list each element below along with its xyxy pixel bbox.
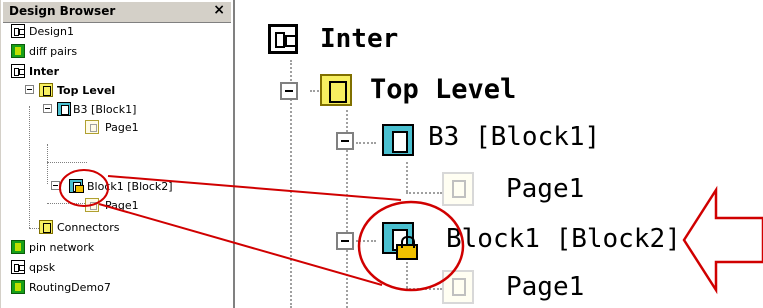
tree-line	[406, 288, 442, 290]
design-icon	[11, 260, 25, 274]
design-icon	[11, 64, 25, 78]
panel-title: Design Browser	[9, 4, 116, 18]
tree-line	[29, 228, 39, 229]
collapse-toggle[interactable]	[51, 181, 60, 190]
lock-icon	[396, 236, 418, 260]
tree-item-label: diff pairs	[29, 45, 78, 58]
zoomed-item-label: Block1 [Block2]	[446, 224, 681, 254]
tree-item-label: RoutingDemo7	[29, 281, 111, 294]
tree-item-label: Top Level	[57, 84, 116, 97]
block-icon	[382, 124, 414, 156]
tree-item-label: Connectors	[57, 221, 120, 234]
tree-line	[47, 162, 87, 163]
schematic-icon	[11, 240, 25, 254]
panel-header: Design Browser ×	[3, 2, 231, 23]
page-icon	[442, 270, 474, 304]
zoomed-item-label: Inter	[320, 24, 399, 54]
design-icon	[11, 24, 25, 38]
tree-line	[406, 262, 408, 288]
top-level-icon	[39, 220, 53, 234]
zoomed-tree-view: Inter Top Level B3 [Block1] Page1 Block1…	[236, 0, 763, 308]
top-level-icon	[39, 83, 53, 97]
tree-item-label: B3 [Block1]	[73, 103, 137, 116]
tree-item-label: Page1	[105, 199, 139, 212]
tree-item-label: qpsk	[29, 261, 56, 274]
tree-line	[47, 144, 48, 184]
tree-line	[47, 203, 87, 204]
tree-item-label: Page1	[105, 121, 139, 134]
page-icon	[442, 172, 474, 206]
close-icon[interactable]: ×	[213, 2, 225, 18]
schematic-icon	[11, 280, 25, 294]
tree-line	[356, 142, 376, 144]
design-icon	[268, 24, 298, 54]
collapse-toggle	[280, 82, 298, 100]
tree-item-label: Block1 [Block2]	[87, 180, 173, 193]
top-level-icon	[320, 74, 352, 106]
tree-line	[406, 162, 408, 192]
tree-item-label: Design1	[29, 25, 74, 38]
tree-item-label: Inter	[29, 65, 60, 78]
page-icon	[85, 198, 99, 212]
page-icon	[85, 120, 99, 134]
zoomed-item-label: Top Level	[370, 74, 517, 105]
collapse-toggle	[336, 132, 354, 150]
block-icon	[57, 102, 71, 116]
collapse-toggle	[336, 232, 354, 250]
zoomed-item-label: B3 [Block1]	[428, 122, 601, 152]
zoomed-item-label: Page1	[506, 174, 585, 204]
zoomed-item-label: Page1	[506, 272, 585, 302]
tree-item-label: pin network	[29, 241, 95, 254]
tree-line	[406, 192, 442, 194]
design-browser-panel: Design Browser × Design1 diff pairs Inte…	[0, 0, 235, 308]
collapse-toggle[interactable]	[43, 104, 52, 113]
tree-line	[356, 240, 376, 242]
design-tree: Design1 diff pairs Inter Top Level B3 [B…	[11, 22, 231, 306]
lock-icon	[75, 185, 84, 193]
collapse-toggle[interactable]	[25, 85, 34, 94]
schematic-icon	[11, 44, 25, 58]
tree-line	[29, 106, 30, 228]
